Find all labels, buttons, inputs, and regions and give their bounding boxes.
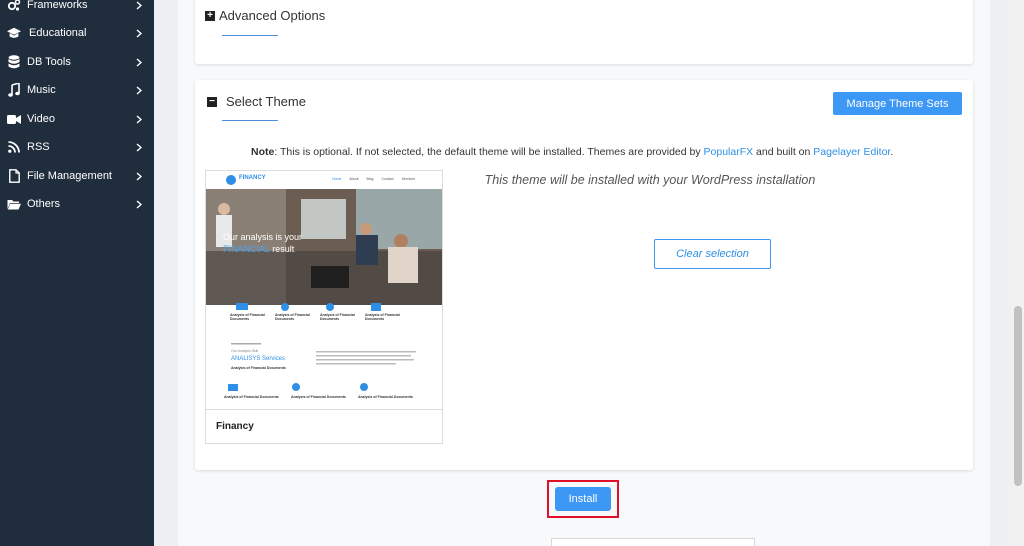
video-camera-icon <box>7 112 21 126</box>
pagelayer-editor-link[interactable]: Pagelayer Editor <box>813 146 890 158</box>
sidebar-item-label: Educational <box>29 27 87 39</box>
folder-open-icon <box>7 197 21 211</box>
chevron-right-icon <box>134 114 144 124</box>
select-theme-title: Select Theme <box>226 94 306 109</box>
preview-hero-line1: Our analysis is your <box>223 232 303 242</box>
database-icon <box>7 55 21 69</box>
gears-icon <box>7 0 21 12</box>
preview-feature: Analysis of Financial Documents <box>365 313 400 321</box>
bottom-panel-edge <box>551 538 755 546</box>
note-label: Note <box>251 146 275 158</box>
select-theme-toggle[interactable]: − Select Theme <box>207 94 306 109</box>
sidebar-item-db-tools[interactable]: DB Tools <box>0 48 154 76</box>
advanced-options-title: Advanced Options <box>219 8 326 23</box>
chevron-right-icon <box>134 171 144 181</box>
section-underline <box>222 120 278 121</box>
sidebar-item-label: Frameworks <box>27 0 88 11</box>
chevron-right-icon <box>134 199 144 209</box>
install-button[interactable]: Install <box>555 487 611 511</box>
rss-icon <box>7 140 21 154</box>
sidebar: Frameworks Educational DB Tools Music Vi… <box>0 0 154 546</box>
popularfx-link[interactable]: PopularFX <box>704 146 754 158</box>
preview-services-sub: Analysis of Financial Documents <box>231 366 286 370</box>
preview-hero-line2: FINANCIAL result <box>223 244 294 254</box>
sidebar-item-file-management[interactable]: File Management <box>0 162 154 190</box>
preview-logo: FINANCY <box>239 175 266 181</box>
preview-services-suffix: Services <box>260 356 286 362</box>
preview-feature: Analysis of Financial Documents <box>275 313 310 321</box>
sidebar-item-frameworks[interactable]: Frameworks <box>0 0 154 19</box>
clear-selection-button[interactable]: Clear selection <box>654 239 771 269</box>
preview-services-title: ANALISYS Services <box>231 356 285 362</box>
sidebar-item-label: Video <box>27 113 55 125</box>
sidebar-item-label: Music <box>27 84 56 96</box>
manage-theme-sets-button[interactable]: Manage Theme Sets <box>833 92 962 115</box>
chevron-right-icon <box>134 142 144 152</box>
preview-nav-item: Home <box>332 177 342 181</box>
preview-nav: Home About Blog Contact Services <box>332 177 415 181</box>
preview-feature: Analysis of Financial Documents <box>230 313 265 321</box>
sidebar-item-educational[interactable]: Educational <box>0 19 154 47</box>
sidebar-item-label: File Management <box>27 170 112 182</box>
music-note-icon <box>7 83 21 97</box>
theme-name: Financy <box>216 421 254 432</box>
theme-install-message: This theme will be installed with your W… <box>484 173 816 187</box>
theme-note: Note: This is optional. If not selected,… <box>251 146 893 158</box>
sidebar-item-rss[interactable]: RSS <box>0 133 154 161</box>
sidebar-item-others[interactable]: Others <box>0 190 154 218</box>
preview-bottom-feature: Analysis of Financial Documents <box>224 395 279 399</box>
note-text: : This is optional. If not selected, the… <box>274 146 704 158</box>
sidebar-item-label: DB Tools <box>27 56 71 68</box>
section-underline <box>222 35 278 36</box>
advanced-options-card: + Advanced Options <box>195 0 973 64</box>
preview-nav-item: Services <box>401 177 415 181</box>
plus-square-icon: + <box>205 10 215 21</box>
preview-nav-item: Contact <box>381 177 394 181</box>
advanced-options-toggle[interactable]: + Advanced Options <box>205 8 325 23</box>
chevron-right-icon <box>134 28 144 38</box>
chevron-right-icon <box>134 85 144 95</box>
preview-bottom-feature: Analysis of Financial Documents <box>358 395 413 399</box>
financy-preview-image <box>206 171 442 409</box>
sidebar-item-label: Others <box>27 198 61 210</box>
preview-hero-suffix: result <box>269 244 295 254</box>
preview-bottom-feature: Analysis of Financial Documents <box>291 395 346 399</box>
graduation-cap-icon <box>7 26 21 40</box>
scrollbar-thumb[interactable] <box>1014 306 1022 486</box>
sidebar-item-label: RSS <box>27 141 50 153</box>
file-icon <box>7 169 21 183</box>
note-end: . <box>890 146 894 158</box>
preview-services-kicker: Our Analysis Skill <box>231 349 259 353</box>
scrollbar[interactable] <box>1012 0 1024 546</box>
theme-card-financy[interactable]: FINANCY Home About Blog Contact Services… <box>205 170 443 444</box>
chevron-right-icon <box>134 57 144 67</box>
preview-hero-highlight: FINANCIAL <box>223 244 270 254</box>
preview-nav-item: About <box>349 177 359 181</box>
sidebar-item-music[interactable]: Music <box>0 76 154 104</box>
sidebar-item-video[interactable]: Video <box>0 105 154 133</box>
theme-thumbnail: FINANCY Home About Blog Contact Services… <box>206 171 442 409</box>
preview-feature: Analysis of Financial Documents <box>320 313 355 321</box>
divider <box>206 409 442 410</box>
minus-square-icon: − <box>207 96 217 107</box>
preview-nav-item: Blog <box>366 177 374 181</box>
note-mid-text: and built on <box>753 146 814 158</box>
chevron-right-icon <box>134 0 144 10</box>
preview-services-highlight: ANALISYS <box>231 356 261 362</box>
